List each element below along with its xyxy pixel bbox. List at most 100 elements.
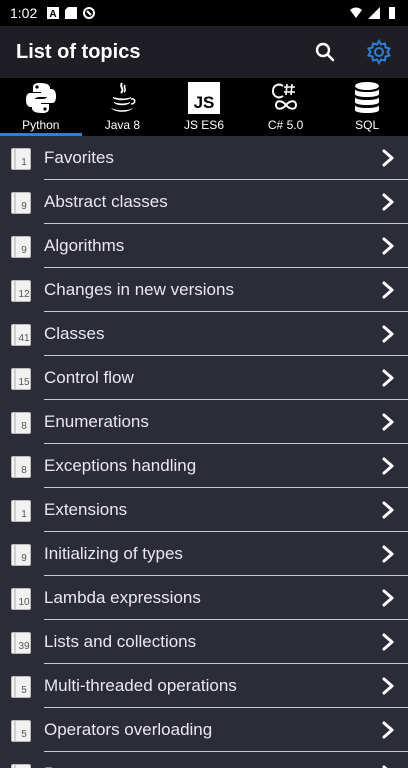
tab-label: JS ES6 bbox=[183, 118, 224, 132]
topic-count-badge: 5 bbox=[11, 674, 33, 698]
js-logo-icon: JS bbox=[187, 80, 221, 116]
topic-count-badge: 5 bbox=[11, 718, 33, 742]
list-item[interactable]: 8 Enumerations bbox=[0, 400, 408, 444]
list-item[interactable]: Patterns bbox=[0, 752, 408, 768]
topic-count: 12 bbox=[18, 289, 30, 300]
topic-count: 41 bbox=[18, 333, 30, 344]
tab-python[interactable]: Python bbox=[0, 78, 82, 136]
language-tabs: Python Java 8 JS JS ES6 C# 5.0 SQL bbox=[0, 78, 408, 136]
chevron-right-icon bbox=[374, 444, 402, 488]
settings-button[interactable] bbox=[366, 39, 392, 65]
status-bar: 1:02 A bbox=[0, 0, 408, 26]
app-bar: List of topics bbox=[0, 26, 408, 78]
list-item[interactable]: 15 Control flow bbox=[0, 356, 408, 400]
wifi-icon bbox=[350, 7, 362, 18]
list-item[interactable]: 39 Lists and collections bbox=[0, 620, 408, 664]
list-item[interactable]: 1 Extensions bbox=[0, 488, 408, 532]
battery-icon bbox=[389, 7, 395, 19]
topic-count-badge: 39 bbox=[11, 630, 33, 654]
tab-js[interactable]: JS JS ES6 bbox=[163, 78, 245, 136]
chevron-right-icon bbox=[374, 180, 402, 224]
topics-list: 1 Favorites 9 Abstract classes 9 Algorithms 12… bbox=[0, 136, 408, 768]
topic-count: 15 bbox=[18, 377, 30, 388]
list-item[interactable]: 10 Lambda expressions bbox=[0, 576, 408, 620]
topic-label: Abstract classes bbox=[44, 192, 168, 211]
list-item[interactable]: 1 Favorites bbox=[0, 136, 408, 180]
notepad-icon bbox=[11, 764, 31, 768]
topic-count: 5 bbox=[21, 729, 27, 740]
topic-label: Classes bbox=[44, 324, 105, 343]
topic-label: Exceptions handling bbox=[44, 456, 197, 475]
chevron-right-icon bbox=[374, 268, 402, 312]
gear-icon bbox=[366, 39, 392, 65]
topic-count: 1 bbox=[21, 157, 27, 168]
tab-label: Java 8 bbox=[104, 118, 141, 132]
tab-java[interactable]: Java 8 bbox=[82, 78, 164, 136]
topic-count-badge: 9 bbox=[11, 190, 33, 214]
topic-label: Algorithms bbox=[44, 236, 125, 255]
page-title: List of topics bbox=[16, 40, 141, 63]
csharp-logo-icon bbox=[269, 80, 303, 116]
topic-label: Lambda expressions bbox=[44, 588, 201, 607]
tab-label: C# 5.0 bbox=[267, 118, 304, 132]
topic-count-badge: 10 bbox=[11, 586, 33, 610]
tab-sql[interactable]: SQL bbox=[326, 78, 408, 136]
topic-label: Extensions bbox=[44, 500, 128, 519]
topic-label: Control flow bbox=[44, 368, 134, 387]
python-logo-icon bbox=[24, 80, 58, 116]
database-icon bbox=[352, 80, 382, 116]
chevron-right-icon bbox=[374, 576, 402, 620]
topic-label: Changes in new versions bbox=[44, 280, 234, 299]
java-logo-icon bbox=[105, 80, 139, 116]
chevron-right-icon bbox=[374, 752, 402, 768]
chevron-right-icon bbox=[374, 312, 402, 356]
topic-count-badge: 15 bbox=[11, 366, 33, 390]
topic-label: Initializing of types bbox=[44, 544, 183, 563]
topic-count: 9 bbox=[21, 553, 27, 564]
list-item[interactable]: 9 Initializing of types bbox=[0, 532, 408, 576]
list-item[interactable]: 8 Exceptions handling bbox=[0, 444, 408, 488]
chevron-right-icon bbox=[374, 708, 402, 752]
chevron-right-icon bbox=[374, 224, 402, 268]
font-notification-icon: A bbox=[47, 7, 60, 19]
sd-card-icon bbox=[65, 7, 78, 19]
topic-count-badge: 9 bbox=[11, 234, 33, 258]
tab-csharp[interactable]: C# 5.0 bbox=[245, 78, 327, 136]
topic-count: 10 bbox=[18, 597, 30, 608]
topic-count-badge: 1 bbox=[11, 498, 33, 522]
tab-label: Python bbox=[22, 118, 60, 132]
list-item[interactable]: 41 Classes bbox=[0, 312, 408, 356]
list-item[interactable]: 5 Multi-threaded operations bbox=[0, 664, 408, 708]
chevron-right-icon bbox=[374, 400, 402, 444]
topic-count-badge: 1 bbox=[11, 146, 33, 170]
topic-count-badge: 41 bbox=[11, 322, 33, 346]
topic-label: Favorites bbox=[44, 148, 114, 167]
chevron-right-icon bbox=[374, 356, 402, 400]
list-item[interactable]: 5 Operators overloading bbox=[0, 708, 408, 752]
chevron-right-icon bbox=[374, 136, 402, 180]
topic-count: 1 bbox=[21, 509, 27, 520]
status-time: 1:02 bbox=[10, 5, 38, 21]
search-icon bbox=[315, 42, 335, 62]
list-item[interactable]: 12 Changes in new versions bbox=[0, 268, 408, 312]
topic-count-badge: 9 bbox=[11, 542, 33, 566]
topic-label: Operators overloading bbox=[44, 720, 213, 739]
chevron-right-icon bbox=[374, 532, 402, 576]
topic-count-badge: 8 bbox=[11, 454, 33, 478]
topic-count: 8 bbox=[21, 421, 27, 432]
topic-count: 9 bbox=[21, 201, 27, 212]
topic-count-badge: 12 bbox=[11, 278, 33, 302]
chevron-right-icon bbox=[374, 664, 402, 708]
search-button[interactable] bbox=[312, 39, 338, 65]
tab-label: SQL bbox=[355, 118, 380, 132]
chevron-right-icon bbox=[374, 488, 402, 532]
list-item[interactable]: 9 Algorithms bbox=[0, 224, 408, 268]
topic-count-badge bbox=[11, 762, 33, 768]
topic-label: Enumerations bbox=[44, 412, 149, 431]
sync-icon bbox=[83, 7, 96, 19]
topic-count: 39 bbox=[18, 641, 30, 652]
signal-icon bbox=[368, 7, 380, 19]
list-item[interactable]: 9 Abstract classes bbox=[0, 180, 408, 224]
topic-count: 9 bbox=[21, 245, 27, 256]
topic-count: 8 bbox=[21, 465, 27, 476]
